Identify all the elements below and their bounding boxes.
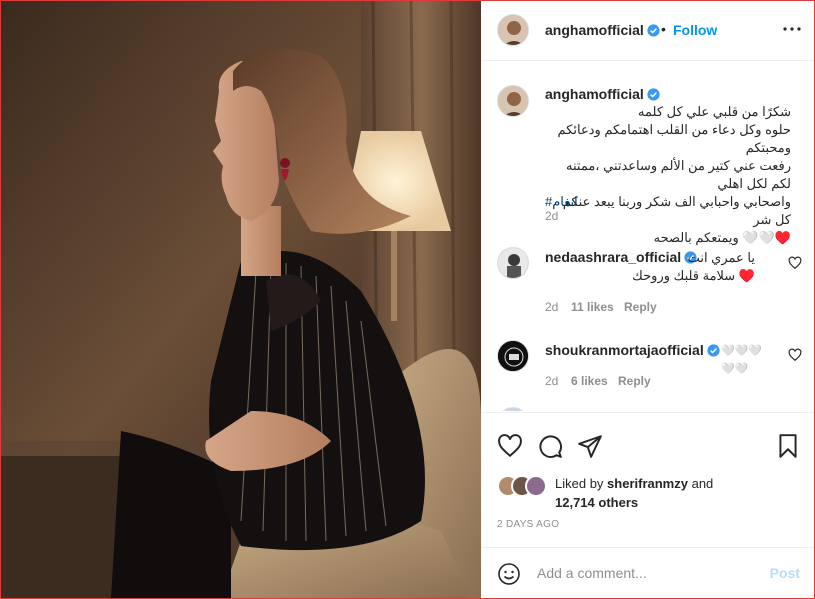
comment-reply-button[interactable]: Reply [624,300,657,314]
post-details-panel: anghamofficial • Follow anghamofficial ش… [481,1,814,598]
heart-icon[interactable] [497,433,523,459]
author-avatar[interactable] [497,14,529,46]
add-comment-bar: Post [481,547,814,598]
liked-by-prefix: Liked by [555,476,604,491]
smiley-icon[interactable] [497,562,521,586]
caption-username[interactable]: anghamofficial [545,86,660,102]
comment-avatar[interactable] [497,340,529,372]
comment-time[interactable]: 2d [545,374,558,388]
verified-badge-icon [647,24,660,37]
caption-hashtag[interactable]: #انغام [545,194,578,209]
caption-username-text[interactable]: anghamofficial [545,86,644,102]
follow-button[interactable]: Follow [673,22,717,38]
comment-username[interactable]: shoukranmortajaofficial [545,342,720,358]
separator-dot: • [661,21,666,37]
author-username[interactable]: anghamofficial [545,22,660,38]
verified-badge-icon [647,88,660,101]
liked-by-text: Liked by sherifranmzy and 12,714 others [555,474,795,512]
caption-hashtag-row: #انغام [545,175,791,211]
liked-by-user[interactable]: sherifranmzy [607,476,688,491]
comment-time[interactable]: 2d [545,300,558,314]
post-photo[interactable] [1,1,481,598]
post-date[interactable]: 2 DAYS AGO [497,519,559,530]
comment-text: يا عمري انت ♥️ سلامة قلبك وروحك [632,250,755,283]
comment-username-text[interactable]: shoukranmortajaofficial [545,342,704,358]
comment-likes[interactable]: 6 likes [571,374,608,388]
comment-avatar[interactable] [497,247,529,279]
comments-list[interactable]: anghamofficial شكرًا من قلبي علي كل كلمه… [481,61,814,411]
comment-likes[interactable]: 11 likes [571,300,614,314]
post-comment-button[interactable]: Post [770,565,800,581]
comment-reply-button[interactable]: Reply [618,374,651,388]
caption-time[interactable]: 2d [545,209,558,223]
comment-like-heart-icon[interactable] [788,256,802,270]
verified-badge-icon [707,344,720,357]
liker-avatar[interactable] [525,475,547,497]
action-bar: Liked by sherifranmzy and 12,714 others … [481,412,814,548]
comment-avatar[interactable] [497,407,529,411]
add-comment-input[interactable] [537,562,757,584]
comment-text: 🤍🤍🤍🤍🤍 [721,345,763,375]
caption-avatar[interactable] [497,85,529,117]
post-header: anghamofficial • Follow [481,1,814,61]
comment-icon[interactable] [537,433,563,459]
more-options-icon[interactable] [782,21,802,37]
liked-by-and: and [691,476,714,491]
author-username-text[interactable]: anghamofficial [545,22,644,38]
share-icon[interactable] [577,433,603,459]
instagram-post-window: anghamofficial • Follow anghamofficial ش… [0,0,815,599]
comment-like-heart-icon[interactable] [788,348,802,362]
likes-count[interactable]: 12,714 others [555,495,638,510]
bookmark-icon[interactable] [775,433,801,459]
